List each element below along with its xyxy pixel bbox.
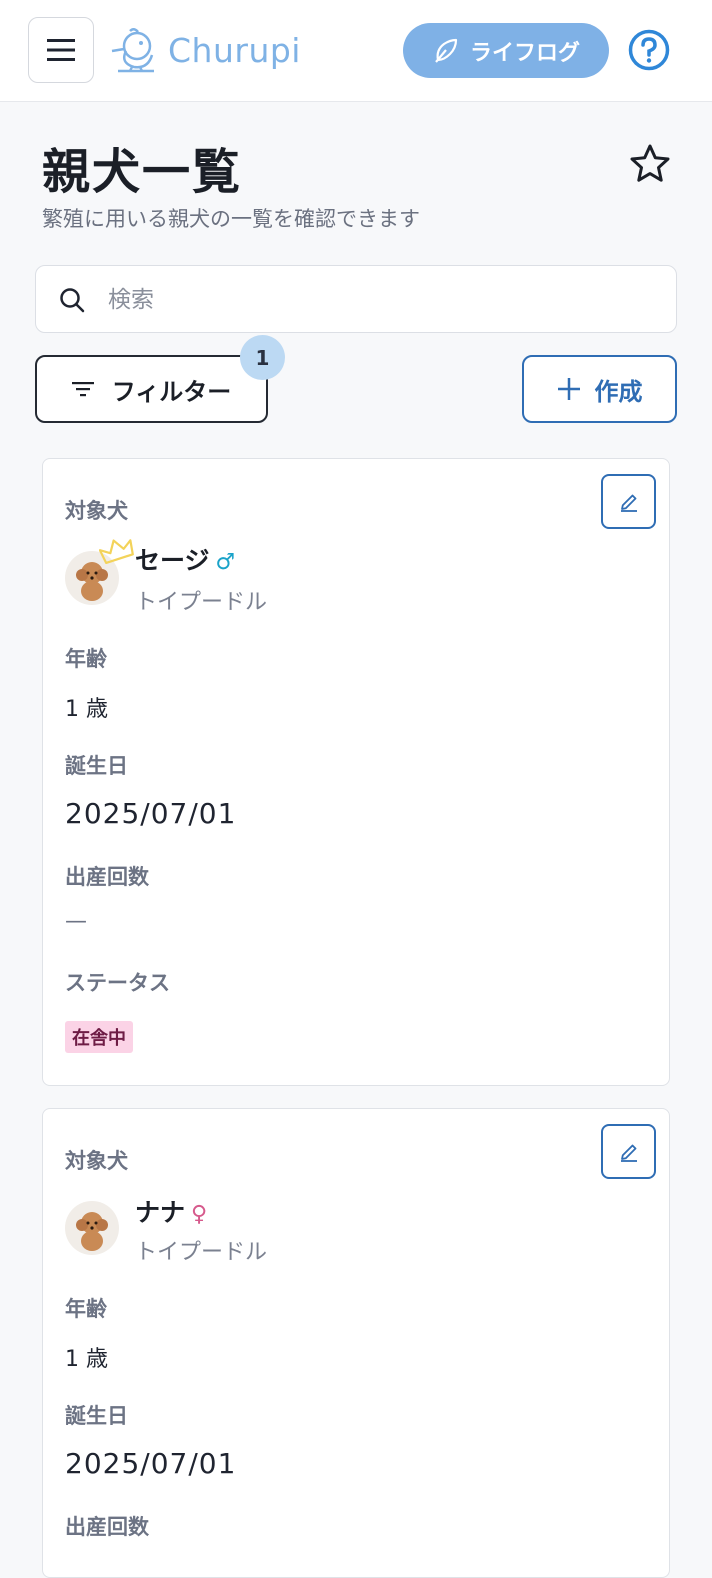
filter-count-badge: 1 bbox=[240, 335, 285, 380]
page-subtitle: 繁殖に用いる親犬の一覧を確認できます bbox=[42, 207, 420, 231]
dog-card: 対象犬 ナナ ♀ トイプードル 年齢 1 歳 誕生日 2025/07/01 出産回… bbox=[42, 1108, 670, 1578]
search-icon bbox=[60, 288, 85, 313]
births-label: 出産回数 bbox=[65, 865, 149, 889]
filter-label: フィルター bbox=[111, 377, 232, 406]
dog-breed: トイプードル bbox=[135, 1240, 268, 1265]
target-dog-label: 対象犬 bbox=[65, 499, 128, 523]
status-badge: 在舎中 bbox=[65, 1021, 133, 1053]
help-icon[interactable] bbox=[628, 29, 670, 71]
app-header: Churupi ライフログ bbox=[0, 0, 712, 102]
births-label: 出産回数 bbox=[65, 1515, 149, 1539]
dog-name[interactable]: ナナ ♀ bbox=[135, 1193, 207, 1229]
page-title: 親犬一覧 bbox=[42, 144, 243, 200]
birthday-value: 2025/07/01 bbox=[65, 1447, 237, 1480]
poodle-icon bbox=[76, 1212, 108, 1251]
crown-icon bbox=[99, 539, 134, 565]
age-value: 1 歳 bbox=[65, 697, 108, 722]
female-icon: ♀ bbox=[191, 1202, 208, 1227]
dog-breed: トイプードル bbox=[135, 590, 268, 615]
birthday-value: 2025/07/01 bbox=[65, 797, 237, 830]
create-label: 作成 bbox=[594, 377, 643, 406]
filter-button[interactable]: フィルター bbox=[35, 355, 268, 423]
dog-card: 対象犬 セージ ♂ トイプードル 年齢 1 歳 誕生日 2025/07/01 出産… bbox=[42, 458, 670, 1086]
birthday-label: 誕生日 bbox=[65, 754, 128, 778]
pencil-icon bbox=[620, 1144, 637, 1162]
dog-name-text: セージ bbox=[135, 546, 210, 575]
bird-logo-icon bbox=[111, 28, 154, 73]
male-icon: ♂ bbox=[215, 550, 236, 575]
hamburger-icon bbox=[47, 39, 75, 61]
feather-icon bbox=[435, 38, 458, 63]
dog-name[interactable]: セージ ♂ bbox=[135, 541, 235, 577]
lifelog-button[interactable]: ライフログ bbox=[403, 23, 609, 78]
logo-text: Churupi bbox=[168, 30, 301, 70]
search-box bbox=[35, 265, 677, 334]
star-icon[interactable] bbox=[628, 142, 672, 186]
lifelog-label: ライフログ bbox=[469, 40, 580, 66]
target-dog-label: 対象犬 bbox=[65, 1149, 128, 1173]
menu-button[interactable] bbox=[28, 17, 94, 83]
age-label: 年齢 bbox=[65, 647, 107, 671]
edit-button[interactable] bbox=[601, 474, 656, 529]
filter-icon bbox=[71, 382, 94, 397]
status-label: ステータス bbox=[65, 971, 170, 995]
search-input[interactable] bbox=[106, 266, 660, 334]
birthday-label: 誕生日 bbox=[65, 1404, 128, 1428]
edit-button[interactable] bbox=[601, 1124, 656, 1179]
age-value: 1 歳 bbox=[65, 1347, 108, 1372]
app-logo[interactable]: Churupi bbox=[110, 24, 301, 76]
dog-avatar[interactable] bbox=[65, 1201, 119, 1255]
age-label: 年齢 bbox=[65, 1297, 107, 1321]
plus-icon bbox=[557, 378, 580, 400]
pencil-icon bbox=[620, 494, 637, 512]
births-value: — bbox=[65, 909, 87, 934]
create-button[interactable]: 作成 bbox=[522, 355, 677, 423]
dog-name-text: ナナ bbox=[135, 1198, 186, 1227]
